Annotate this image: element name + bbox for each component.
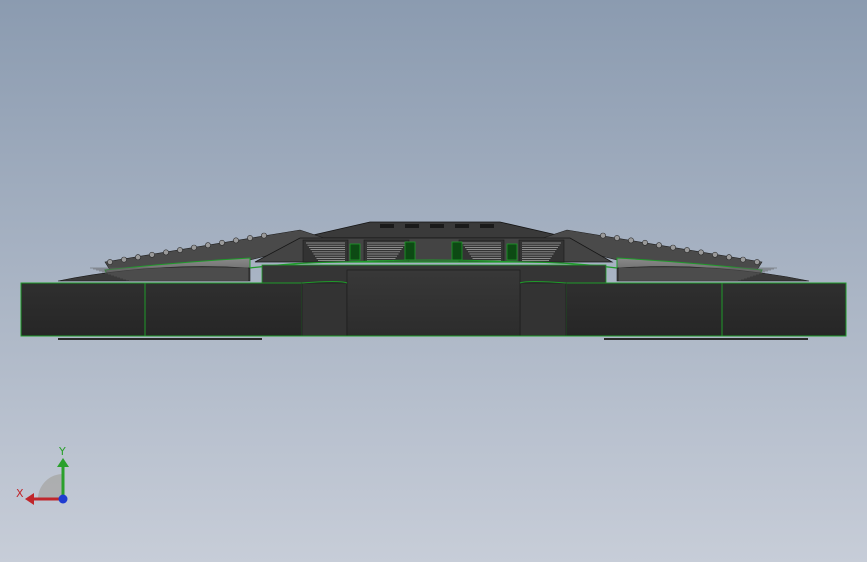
left-post	[301, 282, 348, 337]
x-axis-label: X	[16, 487, 24, 500]
graphics-viewport[interactable]: Y X	[0, 0, 867, 562]
cad-model-canvas[interactable]: Y X	[0, 0, 867, 562]
left-block	[20, 282, 303, 337]
right-post	[519, 282, 567, 337]
right-block	[565, 282, 847, 337]
z-axis-indicator	[58, 494, 68, 504]
y-axis-label: Y	[58, 445, 66, 458]
center-block	[346, 269, 521, 337]
